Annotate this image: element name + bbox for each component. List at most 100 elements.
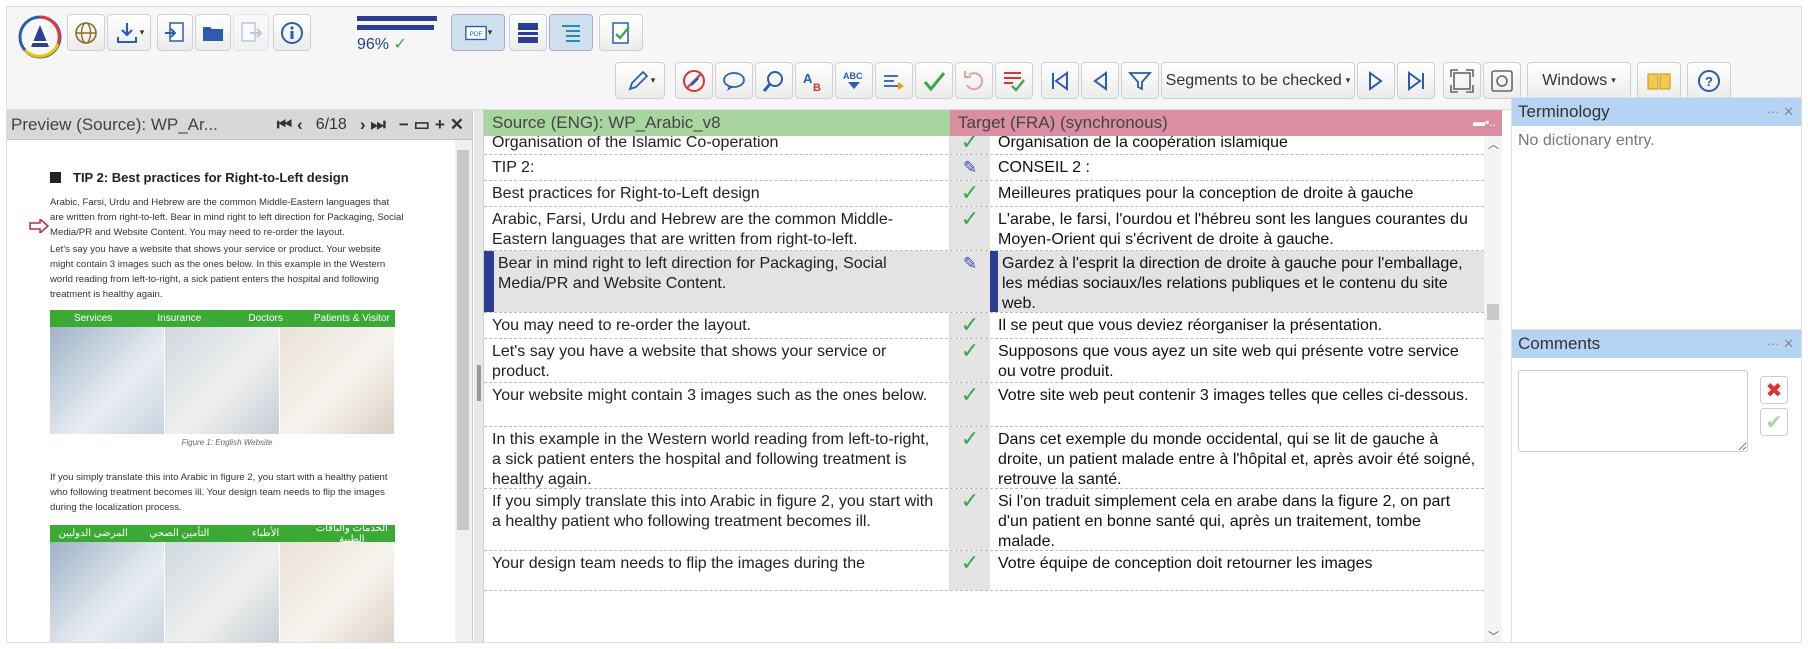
- layout-list-button[interactable]: [549, 14, 593, 51]
- target-cell[interactable]: Votre site web peut contenir 3 images te…: [990, 383, 1484, 426]
- status-cell: ✓: [950, 489, 990, 550]
- source-cell: Bear in mind right to left direction for…: [484, 251, 950, 312]
- comment-button[interactable]: [715, 62, 753, 99]
- zoom-in-icon[interactable]: +: [435, 115, 445, 135]
- figure-1-image: Services Insurance Doctors Patients & Vi…: [50, 310, 395, 434]
- help-button[interactable]: ?: [1687, 62, 1731, 99]
- svg-text:PDF: PDF: [469, 30, 482, 37]
- fit-button[interactable]: [1443, 62, 1481, 99]
- save-comment-button[interactable]: ✔: [1760, 408, 1788, 436]
- segment-row[interactable]: You may need to re-order the layout. ✓ Il …: [484, 313, 1484, 339]
- import-icon: [165, 21, 184, 42]
- segment-row[interactable]: Your design team needs to flip the image…: [484, 551, 1484, 591]
- segment-row[interactable]: Organisation of the Islamic Co-operation…: [484, 136, 1484, 155]
- svg-text:A: A: [803, 71, 813, 86]
- undo-button[interactable]: [955, 62, 993, 99]
- first-segment-button[interactable]: [1041, 62, 1079, 99]
- target-cell[interactable]: Gardez à l'esprit la direction de droite…: [990, 251, 1484, 312]
- segment-row[interactable]: If you simply translate this into Arabic…: [484, 489, 1484, 551]
- panel-splitter[interactable]: [474, 110, 484, 642]
- preview-scroll-thumb[interactable]: [457, 150, 469, 530]
- layout-horizontal-button[interactable]: [509, 14, 547, 51]
- zoom-out-icon[interactable]: −: [399, 115, 409, 135]
- comments-header: Comments ··· ✕: [1512, 330, 1801, 358]
- segment-row[interactable]: Best practices for Right-to-Left design ✓…: [484, 181, 1484, 207]
- logo-icon[interactable]: [17, 14, 63, 60]
- status-cell: ✓: [950, 339, 990, 382]
- next-segment-button[interactable]: [1357, 62, 1395, 99]
- segments-filter-dropdown[interactable]: Segments to be checked ▾: [1161, 62, 1355, 99]
- target-cell[interactable]: Il se peut que vous deviez réorganiser l…: [990, 313, 1484, 338]
- scroll-down-icon[interactable]: ﹀: [1488, 628, 1499, 642]
- fig1-tab: Services: [73, 313, 113, 324]
- dictionary-button[interactable]: [1637, 62, 1681, 99]
- target-options-icon[interactable]: ▬▪..: [1473, 115, 1496, 129]
- splitter-grip[interactable]: [477, 365, 481, 401]
- filter-button[interactable]: [1121, 62, 1159, 99]
- target-cell[interactable]: Votre équipe de conception doit retourne…: [990, 551, 1484, 590]
- target-cell[interactable]: Meilleures pratiques pour la conception …: [990, 181, 1484, 206]
- source-cell: If you simply translate this into Arabic…: [484, 489, 950, 550]
- segment-row[interactable]: Your website might contain 3 images such…: [484, 383, 1484, 427]
- segment-row[interactable]: In this example in the Western world rea…: [484, 427, 1484, 489]
- source-header: Source (ENG): WP_Arabic_v8: [484, 110, 950, 136]
- pdf-button[interactable]: PDF ▾: [451, 14, 505, 51]
- confirmed-check-icon: ✓: [960, 488, 980, 513]
- prev-page-icon[interactable]: ‹: [297, 115, 303, 135]
- search-button[interactable]: [755, 62, 793, 99]
- target-cell[interactable]: Dans cet exemple du monde occidental, qu…: [990, 427, 1484, 488]
- globe-button[interactable]: [67, 14, 105, 51]
- spellcheck-button[interactable]: AB: [795, 62, 833, 99]
- target-cell[interactable]: CONSEIL 2 :: [990, 155, 1484, 180]
- open-folder-button[interactable]: [195, 14, 231, 51]
- segment-row[interactable]: Bear in mind right to left direction for…: [484, 251, 1484, 313]
- translate-button[interactable]: [875, 62, 913, 99]
- status-cell: ✓: [950, 207, 990, 250]
- next-page-icon[interactable]: ›: [360, 115, 366, 135]
- monitor-icon[interactable]: ▭: [414, 115, 430, 135]
- figure-2-tabs: المرضى الدوليين التأمين الصحي الأطباء ال…: [50, 525, 395, 545]
- confirm-button[interactable]: [915, 62, 953, 99]
- info-button[interactable]: [273, 14, 311, 51]
- status-cell: ✓: [950, 383, 990, 426]
- check-document-button[interactable]: [599, 14, 643, 51]
- target-cell[interactable]: Organisation de la coopération islamique: [990, 136, 1484, 154]
- windows-dropdown[interactable]: Windows ▾: [1527, 62, 1631, 99]
- scroll-up-icon[interactable]: ︿: [1488, 136, 1499, 152]
- download-button[interactable]: ▾: [107, 14, 151, 51]
- photo-doctor: [165, 542, 280, 642]
- edit-button[interactable]: ▾: [615, 62, 665, 99]
- segment-row[interactable]: Arabic, Farsi, Urdu and Hebrew are the c…: [484, 207, 1484, 251]
- export-button[interactable]: [233, 14, 269, 51]
- close-icon[interactable]: ··· ✕: [1767, 336, 1795, 352]
- qa-button[interactable]: [995, 62, 1033, 99]
- source-cell: TIP 2:: [484, 155, 950, 180]
- segment-row[interactable]: Let's say you have a website that shows …: [484, 339, 1484, 383]
- target-cell[interactable]: Supposons que vous ayez un site web qui …: [990, 339, 1484, 382]
- progress-check-icon: ✓: [393, 36, 407, 53]
- target-cell[interactable]: L'arabe, le farsi, l'ourdou et l'hébreu …: [990, 207, 1484, 250]
- status-cell: ✓: [950, 136, 990, 154]
- preview-scrollbar[interactable]: [455, 140, 472, 642]
- last-page-icon[interactable]: ⏭: [371, 115, 386, 135]
- grid-scrollbar[interactable]: ︿ ﹀: [1484, 136, 1502, 642]
- grid-scroll-thumb[interactable]: [1487, 304, 1499, 320]
- no-edit-button[interactable]: [675, 62, 713, 99]
- last-segment-button[interactable]: [1397, 62, 1435, 99]
- abc-button[interactable]: ABC: [835, 62, 873, 99]
- delete-comment-button[interactable]: ✖: [1760, 376, 1788, 404]
- target-cell[interactable]: Si l'on traduit simplement cela en arabe…: [990, 489, 1484, 550]
- screenshot-button[interactable]: [1483, 62, 1521, 99]
- fig1-tab: Doctors: [248, 313, 283, 324]
- import-button[interactable]: [157, 14, 193, 51]
- prev-segment-button[interactable]: [1081, 62, 1119, 99]
- status-cell: ✓: [950, 181, 990, 206]
- svg-text:?: ?: [1705, 74, 1713, 89]
- current-segment-arrow-icon: [29, 219, 49, 233]
- first-page-icon[interactable]: ⏮: [277, 115, 292, 135]
- close-icon[interactable]: ··· ✕: [1767, 104, 1795, 120]
- segment-row[interactable]: TIP 2: ✎ CONSEIL 2 :: [484, 155, 1484, 181]
- close-icon[interactable]: ✕: [450, 115, 464, 135]
- confirmed-check-icon: ✓: [960, 180, 980, 205]
- comment-input[interactable]: [1518, 370, 1748, 452]
